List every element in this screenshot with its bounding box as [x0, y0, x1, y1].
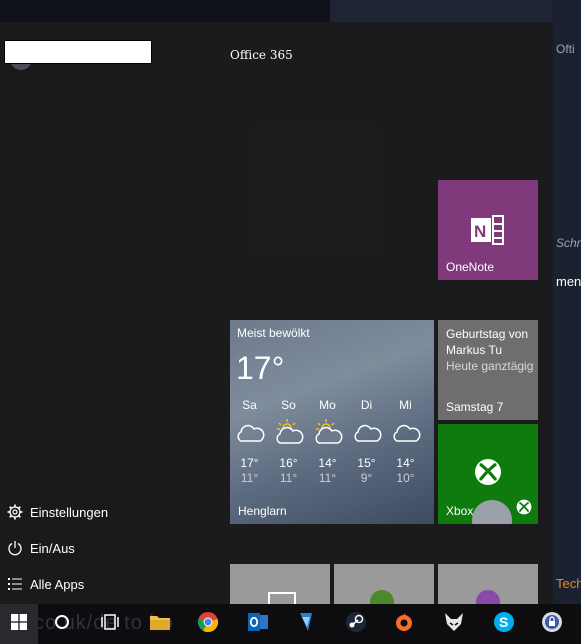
- background-window-titlebar: [330, 0, 581, 22]
- forecast-day-name: Di: [360, 398, 373, 412]
- onenote-icon: N: [471, 214, 505, 251]
- outlook-button[interactable]: [238, 604, 278, 644]
- app-tile[interactable]: [334, 564, 434, 604]
- background-text: menu: [556, 274, 581, 289]
- forecast-day: Di 15° 9°: [347, 398, 386, 485]
- calendar-tile[interactable]: Geburtstag von Markus Tu Heute ganztägig…: [438, 320, 538, 420]
- task-view-button[interactable]: [90, 604, 130, 644]
- cortana-button[interactable]: [42, 604, 82, 644]
- fox-icon: [443, 612, 465, 637]
- cloud-icon: [230, 414, 269, 450]
- chrome-icon: [197, 611, 219, 638]
- fox-app-button[interactable]: [434, 604, 474, 644]
- all-apps-icon: [0, 577, 30, 591]
- forecast-high: 14°: [396, 456, 415, 470]
- chrome-button[interactable]: [188, 604, 228, 644]
- forecast-low: 11°: [279, 471, 298, 485]
- start-menu-left-pane: Einstellungen Ein/Aus Alle Apps: [0, 22, 222, 604]
- svg-text:S: S: [499, 614, 508, 630]
- forecast-day-name: Sa: [242, 398, 257, 412]
- forecast-high: 14°: [318, 456, 337, 470]
- all-apps-label: Alle Apps: [30, 576, 85, 592]
- app-icon: [296, 611, 316, 638]
- background-window: Ofti Schri menu Tech: [552, 0, 581, 604]
- start-button[interactable]: [0, 604, 38, 644]
- power-label: Ein/Aus: [30, 540, 75, 556]
- forecast-low: 11°: [318, 471, 337, 485]
- weather-temperature: 17°: [236, 350, 285, 386]
- xbox-tile[interactable]: Xbox: [438, 424, 538, 524]
- onenote-label: OneNote: [446, 260, 495, 274]
- task-view-icon: [100, 613, 120, 635]
- cortana-icon: [54, 614, 70, 635]
- forecast-high: 17°: [240, 456, 259, 470]
- app-tile-icon: [268, 592, 296, 604]
- xbox-label: Xbox: [446, 504, 474, 518]
- weather-forecast: Sa 17° 11° So 16° 11° Mo 14° 11° Di 15°: [230, 398, 434, 485]
- windows-icon: [11, 613, 27, 635]
- tile-group-title[interactable]: Office 365: [230, 48, 293, 62]
- sun-cloud-icon: [308, 414, 347, 450]
- forecast-low: 10°: [396, 471, 415, 485]
- settings-label: Einstellungen: [30, 504, 109, 520]
- forecast-day-name: So: [281, 398, 296, 412]
- all-apps-button[interactable]: Alle Apps: [0, 568, 220, 600]
- power-icon: [0, 540, 30, 556]
- calendar-event-title: Geburtstag von Markus Tu: [446, 327, 529, 357]
- onenote-tile[interactable]: N OneNote: [438, 180, 538, 280]
- cloud-icon: [347, 414, 386, 450]
- xbox-icon: [474, 458, 502, 491]
- weather-condition: Meist bewölkt: [237, 326, 310, 340]
- file-explorer-icon: [149, 613, 171, 636]
- cloud-icon: [386, 414, 425, 450]
- origin-button[interactable]: [384, 604, 424, 644]
- forecast-day: Sa 17° 11°: [230, 398, 269, 485]
- start-menu: Einstellungen Ein/Aus Alle Apps Office 3…: [0, 22, 553, 604]
- background-text: Schri: [556, 236, 581, 250]
- power-button[interactable]: Ein/Aus: [0, 532, 220, 564]
- app-button[interactable]: [286, 604, 326, 644]
- steam-icon: [345, 611, 367, 638]
- background-text: Ofti: [556, 42, 575, 56]
- forecast-day: Mo 14° 11°: [308, 398, 347, 485]
- xbox-gamer-avatar: [472, 500, 512, 524]
- origin-icon: [393, 611, 415, 638]
- skype-button[interactable]: S: [484, 604, 524, 644]
- vpn-button[interactable]: [532, 604, 572, 644]
- app-tile-icon: [370, 590, 394, 604]
- forecast-day-name: Mi: [399, 398, 412, 412]
- sun-cloud-icon: [269, 414, 308, 450]
- calendar-date: Samstag 7: [446, 400, 504, 414]
- vpn-icon: [541, 611, 563, 638]
- weather-tile[interactable]: Meist bewölkt 17° Sa 17° 11° So 16° 11° …: [230, 320, 434, 524]
- background-text: Tech: [556, 576, 581, 591]
- weather-location: Henglarn: [238, 504, 287, 518]
- forecast-high: 15°: [357, 456, 376, 470]
- svg-text:N: N: [474, 222, 486, 241]
- forecast-low: 11°: [240, 471, 259, 485]
- gear-icon: [0, 504, 30, 520]
- steam-button[interactable]: [336, 604, 376, 644]
- outlook-icon: [247, 612, 269, 637]
- forecast-day-name: Mo: [319, 398, 336, 412]
- forecast-day: So 16° 11°: [269, 398, 308, 485]
- taskbar: co.uk/de to ho S: [0, 604, 581, 644]
- app-tile-icon: [476, 590, 500, 604]
- calendar-event-time: Heute ganztägig: [446, 359, 534, 373]
- file-explorer-button[interactable]: [140, 604, 180, 644]
- forecast-low: 9°: [360, 471, 373, 485]
- user-name-redacted[interactable]: [4, 40, 152, 64]
- app-tile[interactable]: [438, 564, 538, 604]
- skype-icon: S: [493, 611, 515, 638]
- forecast-day: Mi 14° 10°: [386, 398, 425, 485]
- forecast-high: 16°: [279, 456, 298, 470]
- app-tile[interactable]: [230, 564, 330, 604]
- xbox-small-icon: [516, 499, 532, 520]
- settings-button[interactable]: Einstellungen: [0, 496, 220, 528]
